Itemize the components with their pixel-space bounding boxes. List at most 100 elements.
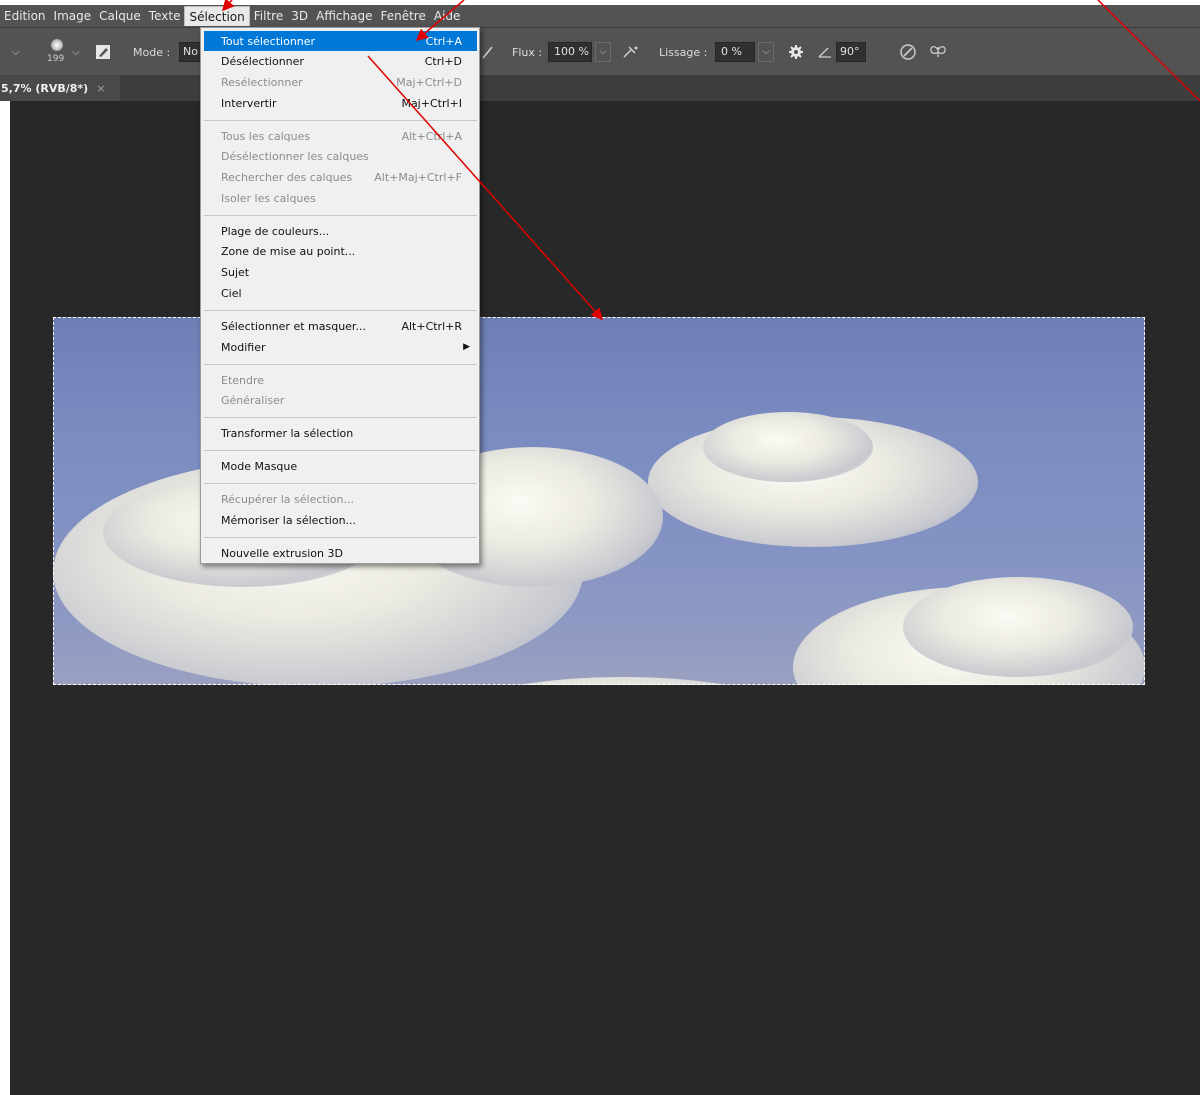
menu-item-reselectionner: Resélectionner Maj+Ctrl+D: [204, 72, 477, 92]
brush-picker-dropdown[interactable]: ⌵: [72, 28, 80, 76]
menu-item-modifier[interactable]: Modifier ▶: [204, 337, 477, 357]
menu-item-memoriser-la-selection[interactable]: Mémoriser la sélection...: [204, 510, 477, 530]
smoothing-gear-icon[interactable]: [788, 28, 804, 76]
menu-item-generaliser: Généraliser: [204, 391, 477, 411]
menu-item-label: Zone de mise au point...: [221, 245, 356, 259]
angle-icon: [818, 28, 832, 76]
menu-item-label: Isoler les calques: [221, 191, 316, 205]
menu-separator: [204, 310, 477, 311]
menu-item-shortcut: Alt+Ctrl+A: [401, 129, 462, 143]
menu-item-label: Intervertir: [221, 96, 277, 110]
mode-label: Mode :: [133, 45, 171, 59]
brush-preview-icon[interactable]: [51, 39, 63, 51]
menu-item-zone-de-mise-au-point[interactable]: Zone de mise au point...: [204, 242, 477, 262]
menu-separator: [204, 483, 477, 485]
brush-settings-icon[interactable]: [95, 28, 111, 76]
menu-item-image[interactable]: Image: [50, 6, 96, 26]
menu-item-etendre: Etendre: [204, 370, 477, 390]
menu-separator: [204, 537, 477, 539]
menu-item-label: Tout sélectionner: [221, 34, 316, 48]
cloud-shape: [703, 412, 873, 482]
menu-item-label: Nouvelle extrusion 3D: [221, 546, 343, 560]
menu-item-ciel[interactable]: Ciel: [204, 283, 477, 303]
cloud-shape: [903, 577, 1133, 677]
menu-item-label: Récupérer la sélection...: [221, 493, 354, 507]
menu-item-label: Généraliser: [221, 394, 285, 408]
menu-item-label: Mode Masque: [221, 460, 298, 474]
document-tab[interactable]: 5,7% (RVB/8*) ×: [0, 75, 120, 101]
menu-item-label: Mémoriser la sélection...: [221, 513, 357, 527]
mode-select[interactable]: No: [179, 28, 201, 76]
document-tab-bar: 5,7% (RVB/8*) ×: [0, 75, 1200, 101]
menu-item-tout-selectionner[interactable]: Tout sélectionner Ctrl+A: [204, 31, 477, 51]
menu-item-selection[interactable]: Sélection: [184, 6, 250, 26]
menu-item-label: Désélectionner: [221, 55, 304, 69]
menu-item-label: Sélectionner et masquer...: [221, 319, 366, 333]
menu-item-deselectionner-les-calques: Désélectionner les calques: [204, 147, 477, 167]
menu-item-sujet[interactable]: Sujet: [204, 263, 477, 283]
menu-separator: [204, 417, 477, 419]
symmetry-butterfly-icon[interactable]: [929, 28, 947, 76]
menu-item-label: Tous les calques: [221, 129, 311, 143]
menu-item-3d[interactable]: 3D: [287, 6, 312, 26]
window-edge: [0, 122, 10, 1095]
menu-item-edition[interactable]: Edition: [0, 6, 50, 26]
airbrush-icon[interactable]: [622, 28, 640, 76]
menu-item-label: Ciel: [221, 286, 242, 300]
menu-item-label: Transformer la sélection: [221, 427, 354, 441]
menu-item-texte[interactable]: Texte: [145, 6, 185, 26]
angle-field[interactable]: 90°: [836, 28, 866, 76]
menu-separator: [204, 363, 477, 365]
submenu-arrow-icon: ▶: [463, 342, 470, 352]
menu-item-plage-de-couleurs[interactable]: Plage de couleurs...: [204, 221, 477, 241]
flux-label: Flux :: [512, 45, 543, 59]
menu-item-label: Désélectionner les calques: [221, 150, 369, 164]
menu-item-label: Plage de couleurs...: [221, 224, 330, 238]
menu-item-shortcut: Ctrl+A: [425, 34, 462, 48]
menu-item-shortcut: Alt+Maj+Ctrl+F: [374, 171, 462, 184]
menu-item-shortcut: Maj+Ctrl+D: [396, 75, 462, 89]
options-bar: ⌵ 199 ⌵ Mode : No Flux : 100 % ⌵ Lissage…: [0, 27, 1200, 75]
chevron-down-icon[interactable]: ⌵: [758, 42, 774, 62]
menu-item-label: Etendre: [221, 373, 265, 387]
menu-item-label: Resélectionner: [221, 75, 303, 89]
chevron-down-icon[interactable]: ⌵: [595, 42, 611, 62]
menu-item-tous-les-calques: Tous les calques Alt+Ctrl+A: [204, 126, 477, 146]
menu-item-mode-masque[interactable]: Mode Masque: [204, 457, 477, 477]
flux-field[interactable]: 100 % ⌵: [548, 28, 611, 76]
cloud-shape: [413, 677, 833, 685]
menu-item-fenetre[interactable]: Fenêtre: [376, 6, 429, 26]
menu-separator: [204, 119, 477, 121]
menu-item-deselectionner[interactable]: Désélectionner Ctrl+D: [204, 52, 477, 72]
menu-item-intervertir[interactable]: Intervertir Maj+Ctrl+I: [204, 93, 477, 113]
menu-item-shortcut: Maj+Ctrl+I: [401, 96, 462, 110]
tool-preset-dropdown[interactable]: ⌵: [12, 28, 20, 76]
chevron-down-icon: ⌵: [12, 46, 20, 58]
brush-size-value: 199: [47, 54, 65, 64]
photoshop-window: Edition Image Calque Texte Sélection Filtre 3D…: [0, 0, 1200, 1095]
menu-item-label: Sujet: [221, 266, 250, 280]
menu-item-rechercher-des-calques: Rechercher des calques Alt+Maj+Ctrl+F: [204, 168, 477, 188]
selection-menu: Tout sélectionner Ctrl+A Désélectionner Ctr…: [200, 27, 480, 564]
menu-item-filtre[interactable]: Filtre: [250, 6, 287, 26]
menu-item-transformer-la-selection[interactable]: Transformer la sélection: [204, 424, 477, 444]
menu-item-calque[interactable]: Calque: [95, 6, 145, 26]
lissage-label: Lissage :: [659, 45, 708, 59]
document-tab-title: 5,7% (RVB/8*): [1, 81, 89, 95]
menu-item-nouvelle-extrusion-3d[interactable]: Nouvelle extrusion 3D: [204, 543, 477, 563]
menu-separator: [204, 214, 477, 216]
menu-item-affichage[interactable]: Affichage: [312, 6, 376, 26]
menu-item-shortcut: Alt+Ctrl+R: [401, 319, 462, 333]
menu-item-isoler-les-calques: Isoler les calques: [204, 188, 477, 208]
menu-item-shortcut: Ctrl+D: [424, 55, 462, 69]
pressure-opacity-icon[interactable]: [481, 28, 495, 76]
lissage-field[interactable]: 0 % ⌵: [715, 28, 774, 76]
menu-item-label: Rechercher des calques: [221, 171, 353, 184]
menu-item-aide[interactable]: Aide: [430, 6, 465, 26]
menu-item-label: Modifier: [221, 340, 266, 354]
pressure-size-icon[interactable]: [899, 28, 917, 76]
menu-bar: Edition Image Calque Texte Sélection Filtre 3D…: [0, 5, 1200, 27]
menu-item-selectionner-et-masquer[interactable]: Sélectionner et masquer... Alt+Ctrl+R: [204, 316, 477, 336]
menu-separator: [204, 450, 477, 452]
close-icon[interactable]: ×: [96, 82, 105, 95]
